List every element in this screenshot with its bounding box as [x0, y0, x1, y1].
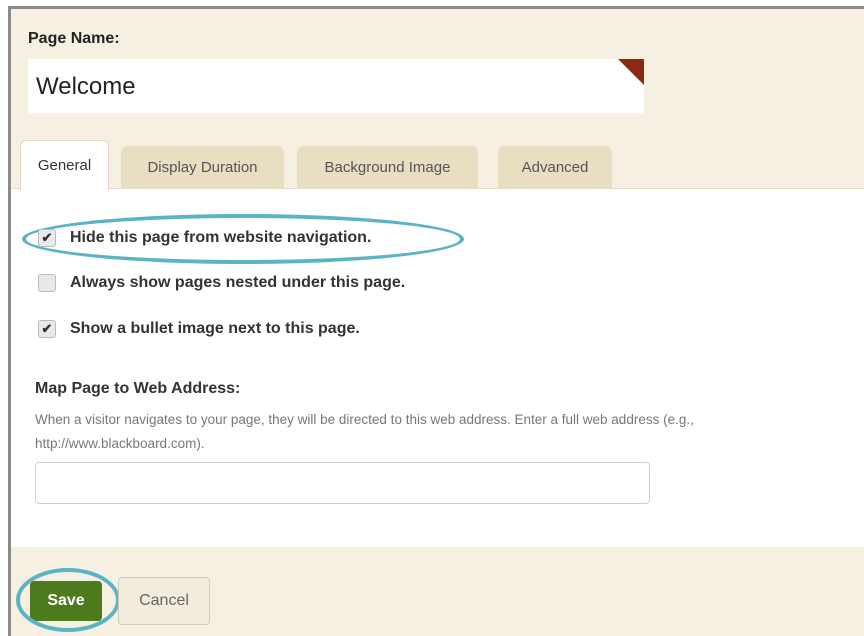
checkbox-unchecked-icon[interactable]: [38, 274, 56, 292]
checkbox-checked-icon[interactable]: ✔: [38, 320, 56, 338]
cancel-button[interactable]: Cancel: [118, 577, 210, 625]
option-show-bullet[interactable]: ✔ Show a bullet image next to this page.: [38, 320, 360, 338]
save-highlight-annotation: [16, 568, 120, 632]
map-page-label: Map Page to Web Address:: [35, 380, 241, 397]
option-label: Hide this page from website navigation.: [70, 229, 372, 246]
tab-background-image[interactable]: Background Image: [297, 146, 478, 189]
web-address-input[interactable]: [35, 462, 650, 504]
tab-general[interactable]: General: [20, 140, 109, 190]
option-label: Show a bullet image next to this page.: [70, 320, 360, 337]
checkbox-checked-icon[interactable]: ✔: [38, 229, 56, 247]
tab-advanced[interactable]: Advanced: [498, 146, 612, 189]
tab-display-duration[interactable]: Display Duration: [121, 146, 284, 189]
page-name-value: Welcome: [36, 73, 136, 100]
page-name-input[interactable]: Welcome: [28, 59, 644, 113]
option-hide-from-nav[interactable]: ✔ Hide this page from website navigation…: [38, 229, 371, 247]
required-corner-icon: [618, 59, 644, 85]
option-label: Always show pages nested under this page…: [70, 274, 406, 291]
option-always-show-nested[interactable]: Always show pages nested under this page…: [38, 274, 405, 292]
page-name-label: Page Name:: [28, 30, 120, 47]
map-page-description: When a visitor navigates to your page, t…: [35, 412, 694, 451]
